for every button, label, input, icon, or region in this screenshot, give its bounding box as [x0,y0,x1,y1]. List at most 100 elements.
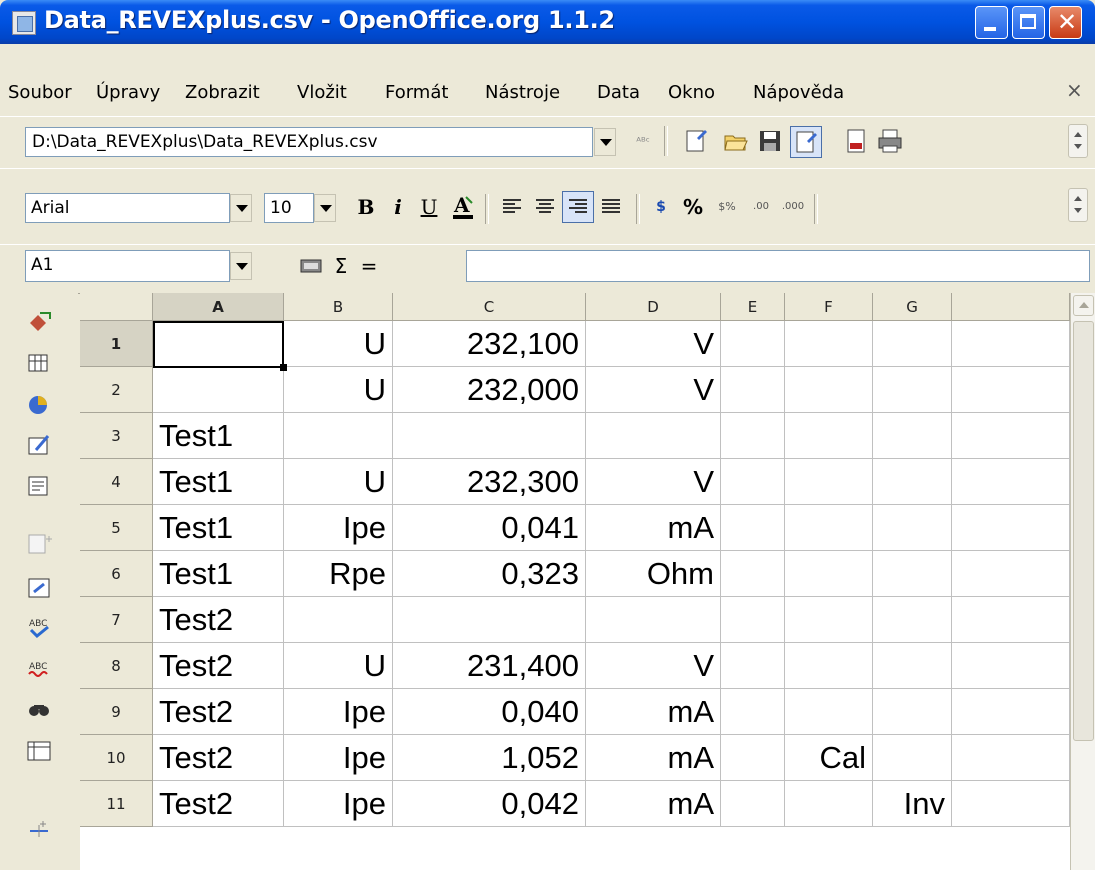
sheet-cell[interactable]: Test2 [153,735,284,781]
column-header[interactable]: G [873,293,952,321]
row-header[interactable]: 1 [80,321,153,367]
menu-format[interactable]: Formát [385,82,448,103]
row-header[interactable]: 2 [80,367,153,413]
sheet-cell[interactable] [952,781,1070,827]
edit-mode-icon[interactable] [790,126,822,158]
sheet-cell[interactable]: U [284,367,393,413]
sheet-cell[interactable]: 232,300 [393,459,586,505]
sheet-cell[interactable] [785,321,873,367]
sheet-cell[interactable] [873,321,952,367]
row-header[interactable]: 10 [80,735,153,781]
sheet-cell[interactable] [153,367,284,413]
sheet-cell[interactable] [952,735,1070,781]
sheet-cell[interactable]: mA [586,781,721,827]
maximize-button[interactable] [1012,6,1045,39]
close-button[interactable] [1049,6,1082,39]
remove-decimal-icon[interactable]: .000 [780,194,806,220]
column-header[interactable]: F [785,293,873,321]
insert-chart-icon[interactable] [26,391,52,417]
row-header[interactable]: 9 [80,689,153,735]
vertical-scrollbar[interactable] [1070,293,1095,870]
sheet-cell[interactable]: V [586,459,721,505]
sheet-cell[interactable] [721,643,785,689]
sheet-cell[interactable] [952,505,1070,551]
sheet-cell[interactable] [785,551,873,597]
sheet-cell[interactable]: V [586,367,721,413]
corner-select-all[interactable] [80,293,153,321]
sheet-cell[interactable]: V [586,643,721,689]
format-bar-scroll[interactable] [1068,188,1088,222]
sheet-cell[interactable]: Rpe [284,551,393,597]
show-form-functions-icon[interactable] [26,531,52,557]
sheet-cell[interactable] [785,597,873,643]
sheet-cell[interactable]: U [284,459,393,505]
sheet-cell[interactable] [873,459,952,505]
sheet-cell[interactable]: 232,100 [393,321,586,367]
sheet-cell[interactable]: Test1 [153,505,284,551]
sheet-cell[interactable]: 1,052 [393,735,586,781]
sheet-cell[interactable] [586,597,721,643]
sheet-cell[interactable] [721,551,785,597]
sheet-cell[interactable] [873,413,952,459]
navigator-icon[interactable] [26,574,52,600]
name-box[interactable]: A1 [25,250,230,282]
spreadsheet-grid[interactable]: A B C D E F G 1 U 232,100 V 2 U 232,000 V 3 Test1… [80,293,1070,870]
scroll-up-button[interactable] [1073,295,1094,316]
sheet-cell[interactable]: Test2 [153,597,284,643]
sheet-cell[interactable] [721,413,785,459]
data-sources-icon[interactable] [26,738,52,764]
spellcheck-icon[interactable]: ABC [26,615,52,641]
function-icon[interactable]: = [356,253,382,279]
edit-file-icon[interactable] [683,128,709,154]
menu-soubor[interactable]: Soubor [8,82,72,103]
sheet-cell[interactable] [873,367,952,413]
sheet-cell[interactable] [952,689,1070,735]
column-header[interactable]: E [721,293,785,321]
sheet-cell[interactable] [952,459,1070,505]
sheet-cell[interactable] [721,689,785,735]
sheet-cell[interactable]: Ipe [284,735,393,781]
column-header-blank[interactable] [952,293,1070,321]
sheet-cell[interactable]: Cal [785,735,873,781]
row-header[interactable]: 7 [80,597,153,643]
export-pdf-icon[interactable] [843,128,869,154]
sheet-cell[interactable]: 231,400 [393,643,586,689]
name-box-dropdown[interactable] [230,252,252,280]
sheet-cell[interactable]: Test2 [153,689,284,735]
italic-icon[interactable]: i [385,194,411,220]
formula-input[interactable] [466,250,1090,282]
minimize-button[interactable] [975,6,1008,39]
add-decimal-icon[interactable]: .00 [748,194,774,220]
sheet-cell[interactable] [284,597,393,643]
sheet-cell[interactable]: Ipe [284,505,393,551]
menu-zobrazit[interactable]: Zobrazit [185,82,260,103]
sheet-cell[interactable]: 232,000 [393,367,586,413]
insert-form-icon[interactable] [26,473,52,499]
sheet-cell[interactable] [721,321,785,367]
sheet-cell[interactable]: 0,042 [393,781,586,827]
sheet-cell[interactable] [785,505,873,551]
sheet-cell[interactable] [785,643,873,689]
autospellcheck-icon[interactable]: ABC [26,656,52,682]
column-header[interactable]: A [153,293,284,321]
sheet-cell[interactable] [393,597,586,643]
font-name-dropdown[interactable] [230,194,252,222]
sheet-cell[interactable]: 0,040 [393,689,586,735]
row-header[interactable]: 6 [80,551,153,597]
sheet-cell[interactable]: mA [586,735,721,781]
sheet-cell[interactable] [873,597,952,643]
document-close-icon[interactable]: × [1066,78,1083,102]
sheet-cell[interactable] [393,413,586,459]
sheet-cell[interactable]: U [284,643,393,689]
url-field[interactable]: D:\Data_REVEXplus\Data_REVEXplus.csv [25,127,593,157]
save-icon[interactable] [757,128,783,154]
sheet-cell[interactable]: Ipe [284,781,393,827]
sheet-cell[interactable]: Ohm [586,551,721,597]
align-left-icon[interactable] [499,194,525,220]
menu-napoveda[interactable]: Nápověda [753,82,844,103]
sheet-cell[interactable] [586,413,721,459]
sheet-cell[interactable] [873,643,952,689]
sheet-cell[interactable]: U [284,321,393,367]
sheet-cell[interactable] [721,367,785,413]
font-size-field[interactable]: 10 [264,193,314,223]
